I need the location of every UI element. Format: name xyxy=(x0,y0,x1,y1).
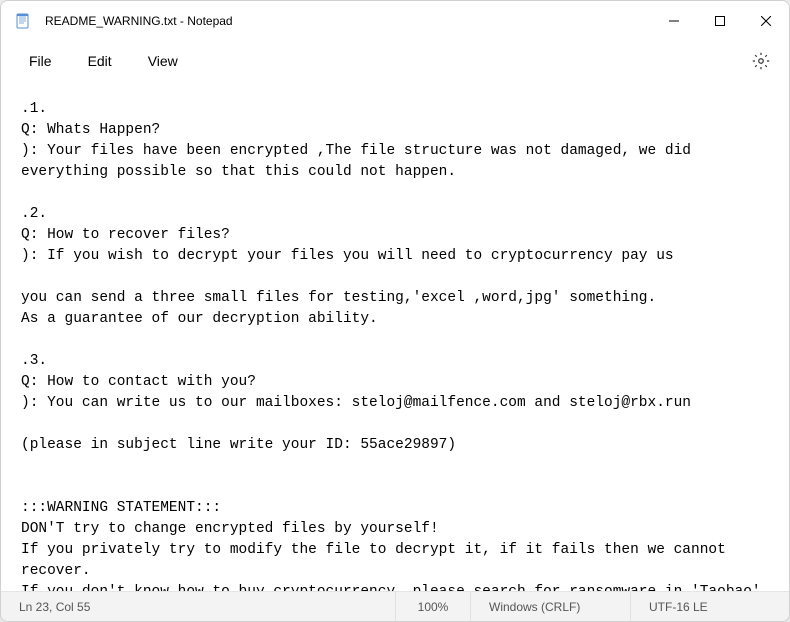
window-title: README_WARNING.txt - Notepad xyxy=(45,14,651,28)
notepad-icon xyxy=(15,13,31,29)
window-controls xyxy=(651,1,789,41)
status-encoding: UTF-16 LE xyxy=(631,592,789,621)
minimize-button[interactable] xyxy=(651,1,697,41)
text-editor[interactable]: .1. Q: Whats Happen? ): Your files have … xyxy=(1,81,789,591)
notepad-window: README_WARNING.txt - Notepad File Edit V… xyxy=(0,0,790,622)
settings-button[interactable] xyxy=(743,43,779,79)
menubar: File Edit View xyxy=(1,41,789,81)
status-zoom: 100% xyxy=(396,592,471,621)
menu-view[interactable]: View xyxy=(130,47,196,75)
titlebar: README_WARNING.txt - Notepad xyxy=(1,1,789,41)
close-button[interactable] xyxy=(743,1,789,41)
status-position: Ln 23, Col 55 xyxy=(1,592,396,621)
menu-edit[interactable]: Edit xyxy=(70,47,130,75)
statusbar: Ln 23, Col 55 100% Windows (CRLF) UTF-16… xyxy=(1,591,789,621)
document-text: .1. Q: Whats Happen? ): Your files have … xyxy=(21,101,769,591)
menu-file[interactable]: File xyxy=(11,47,70,75)
maximize-button[interactable] xyxy=(697,1,743,41)
status-eol: Windows (CRLF) xyxy=(471,592,631,621)
